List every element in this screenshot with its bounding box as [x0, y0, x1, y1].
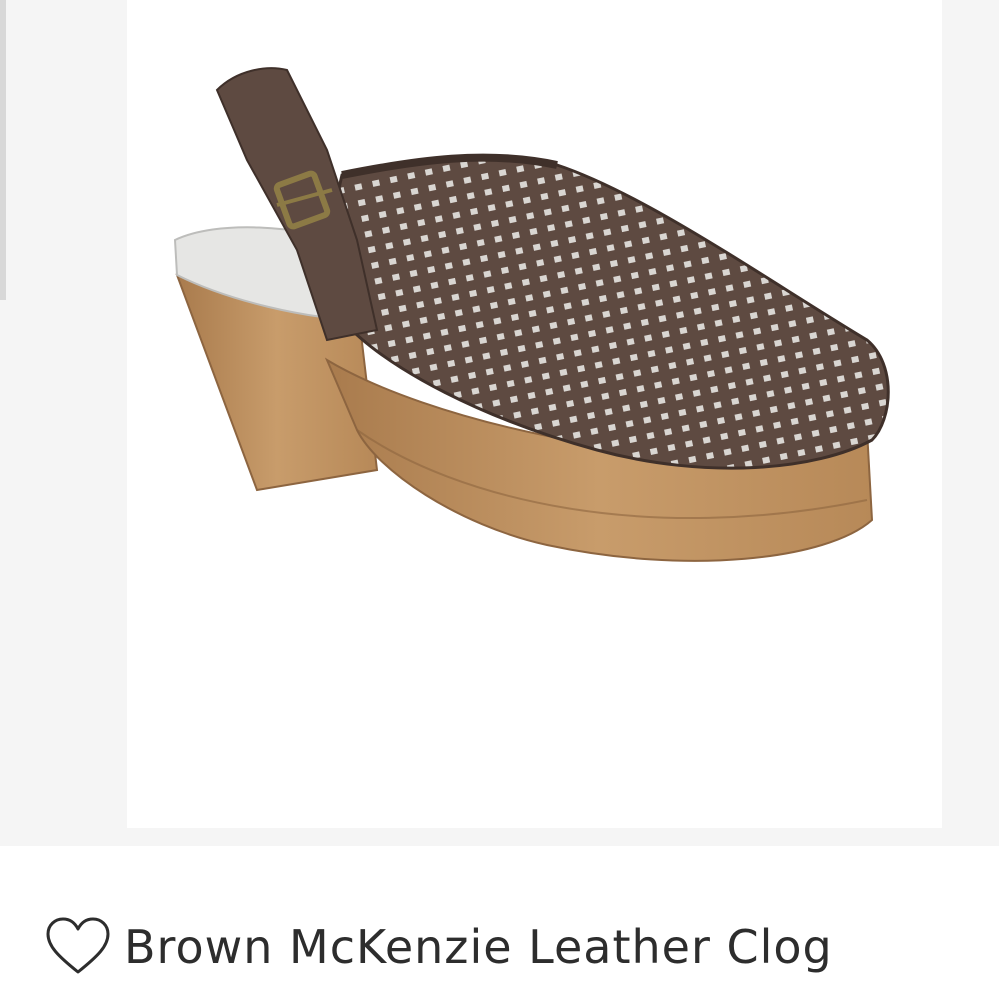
- product-title: Brown McKenzie Leather Clog: [124, 920, 833, 974]
- product-image-card[interactable]: [127, 0, 942, 828]
- product-image-area: [0, 0, 999, 846]
- shoe-product-image: [173, 67, 890, 562]
- product-title-row: Brown McKenzie Leather Clog: [44, 912, 833, 982]
- heart-outline-icon[interactable]: [44, 916, 112, 978]
- product-page: Brown McKenzie Leather Clog: [0, 0, 999, 1000]
- scroll-indicator: [0, 0, 6, 300]
